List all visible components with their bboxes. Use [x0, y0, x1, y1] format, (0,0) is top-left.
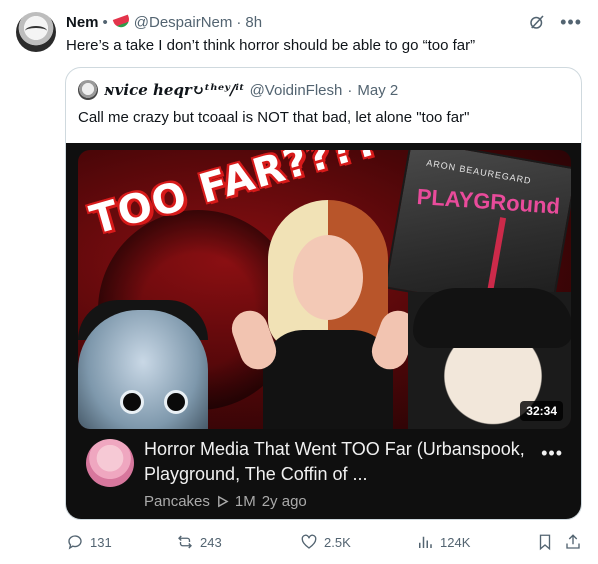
channel-avatar[interactable] — [86, 439, 134, 487]
repost-count: 243 — [200, 534, 222, 550]
share-icon — [566, 534, 580, 549]
watermelon-emoji-icon — [112, 14, 132, 30]
presenter-figure — [226, 190, 422, 429]
reply-count: 131 — [90, 534, 112, 550]
presenter-face — [293, 235, 363, 320]
repost-button[interactable]: 243 — [176, 533, 222, 551]
video-more-icon[interactable]: ••• — [541, 443, 563, 464]
header-actions: ••• — [528, 13, 582, 31]
more-icon[interactable]: ••• — [560, 13, 582, 31]
video-meta: Pancakes 1M 2y ago — [144, 493, 307, 510]
views-button[interactable]: 124K — [416, 533, 470, 551]
book-author: ARON BEAUREGARD — [425, 157, 533, 186]
video-info: Horror Media That Went TOO Far (Urbanspo… — [78, 437, 571, 517]
book-figure — [486, 217, 507, 297]
quote-header: ɴvice heqr↻ᵗʰᵉʸ/ⁱᵗ @VoidinFlesh · May 2 — [78, 80, 398, 100]
book-title: PLAYGRound — [415, 183, 561, 219]
tweet-text: Here’s a take I don’t think horror shoul… — [66, 37, 476, 54]
tweet-actions: 131 243 2.5K 124K — [66, 532, 582, 552]
views-count: 124K — [440, 534, 471, 550]
share-button[interactable] — [564, 533, 582, 551]
quote-date: May 2 — [357, 81, 399, 99]
ghost-right-eye — [164, 390, 188, 414]
ghost-face — [78, 310, 208, 429]
grok-slash-icon[interactable] — [528, 13, 546, 31]
like-button[interactable]: 2.5K — [300, 533, 351, 551]
author-handle[interactable]: @DespairNem — [134, 14, 233, 31]
quote-author-handle: @VoidinFlesh — [249, 81, 343, 99]
ghost-left-eye — [120, 390, 144, 414]
youtube-video-card[interactable]: ARON BEAUREGARD PLAYGRound TOO FAR???? 3… — [66, 143, 581, 519]
quote-text: Call me crazy but tcoaal is NOT that bad… — [78, 109, 470, 126]
bookmark-icon — [539, 534, 551, 551]
quoted-tweet[interactable]: ɴvice heqr↻ᵗʰᵉʸ/ⁱᵗ @VoidinFlesh · May 2 … — [65, 67, 582, 520]
quote-author-name: ɴvice heqr↻ᵗʰᵉʸ/ⁱᵗ — [104, 81, 245, 99]
anime-hair — [413, 288, 571, 348]
name-separator: • — [102, 13, 108, 31]
author-avatar[interactable] — [16, 12, 56, 52]
reply-button[interactable]: 131 — [66, 533, 112, 551]
tweet-time[interactable]: 8h — [245, 14, 262, 31]
video-age: 2y ago — [261, 493, 307, 510]
video-duration: 32:34 — [520, 401, 563, 421]
tweet-header: Nem • @DespairNem · 8h ••• — [66, 12, 582, 32]
repost-icon — [178, 535, 192, 549]
quote-author-avatar — [78, 80, 98, 100]
view-count: 1M — [234, 493, 256, 510]
bookmark-button[interactable] — [536, 533, 554, 551]
quote-time-separator: · — [347, 81, 353, 99]
like-count: 2.5K — [324, 534, 351, 550]
heart-icon — [301, 534, 317, 549]
channel-name[interactable]: Pancakes — [144, 493, 210, 510]
analytics-icon — [419, 536, 432, 548]
author-name[interactable]: Nem — [66, 14, 99, 31]
video-thumbnail[interactable]: ARON BEAUREGARD PLAYGRound TOO FAR???? 3… — [78, 150, 571, 429]
play-icon — [216, 495, 229, 508]
time-separator: · — [236, 13, 242, 31]
reply-icon — [68, 535, 82, 550]
video-title[interactable]: Horror Media That Went TOO Far (Urbanspo… — [144, 437, 534, 487]
